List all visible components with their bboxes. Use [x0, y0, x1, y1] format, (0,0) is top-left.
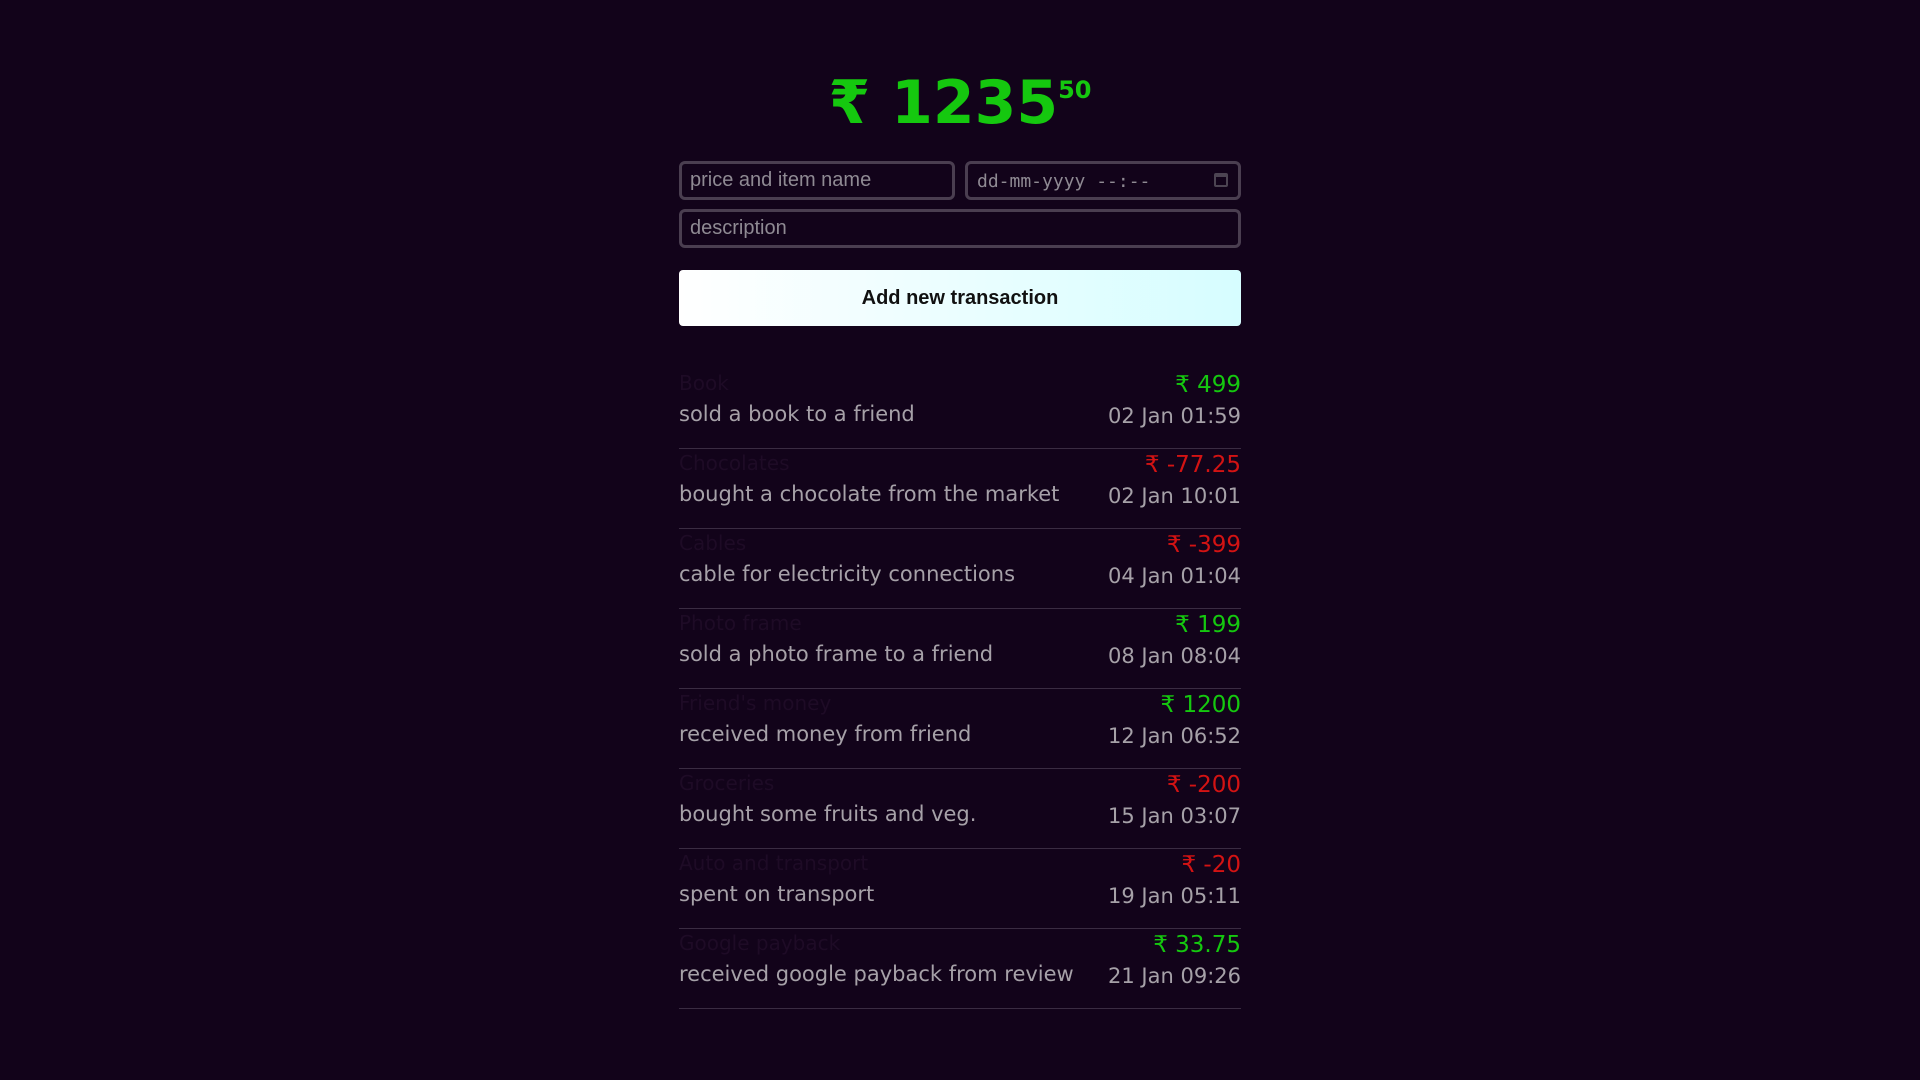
transaction-item[interactable]: Groceries bought some fruits and veg. ₹ -2…	[679, 770, 1241, 849]
calendar-icon[interactable]	[1214, 173, 1228, 187]
transaction-date: 15 Jan 03:07	[1108, 804, 1241, 828]
price-item-name-input[interactable]	[679, 161, 955, 200]
transaction-name: Photo frame	[679, 611, 802, 635]
transaction-name: Book	[679, 371, 729, 395]
transaction-description: sold a book to a friend	[679, 402, 915, 426]
transaction-date: 21 Jan 09:26	[1108, 964, 1241, 988]
transaction-price: ₹ -20	[1181, 852, 1241, 878]
datetime-placeholder: dd-mm-yyyy --:--	[977, 171, 1151, 192]
transaction-item[interactable]: Friend's money received money from friend…	[679, 690, 1241, 769]
transaction-price: ₹ -77.25	[1144, 452, 1241, 478]
balance-whole: 1235	[891, 68, 1059, 138]
transaction-price: ₹ -200	[1166, 772, 1241, 798]
transaction-name: Cables	[679, 531, 747, 555]
transaction-price: ₹ 33.75	[1153, 932, 1241, 958]
add-transaction-button[interactable]: Add new transaction	[679, 270, 1241, 326]
transaction-item[interactable]: Photo frame sold a photo frame to a frien…	[679, 610, 1241, 689]
money-tracker-app: ₹ 123550 dd-mm-yyyy --:-- Add new transa…	[679, 0, 1241, 1010]
balance-currency: ₹	[828, 68, 871, 138]
transaction-item[interactable]: Chocolates bought a chocolate from the ma…	[679, 450, 1241, 529]
transaction-item[interactable]: Google payback received google payback fr…	[679, 930, 1241, 1009]
transaction-description: sold a photo frame to a friend	[679, 642, 994, 666]
balance-fraction: 50	[1058, 76, 1092, 104]
transaction-name: Friend's money	[679, 691, 832, 715]
transaction-item[interactable]: Cables cable for electricity connections ₹…	[679, 530, 1241, 609]
transaction-name: Auto and transport	[679, 851, 869, 875]
transaction-date: 08 Jan 08:04	[1108, 644, 1241, 668]
transaction-item[interactable]: Auto and transport spent on transport ₹ -2…	[679, 850, 1241, 929]
transaction-date: 04 Jan 01:04	[1108, 564, 1241, 588]
transaction-list: Book sold a book to a friend ₹ 499 02 Jan 0…	[679, 370, 1241, 1009]
transaction-description: received money from friend	[679, 722, 972, 746]
balance-display: ₹ 123550	[679, 58, 1241, 138]
datetime-input[interactable]: dd-mm-yyyy --:--	[965, 161, 1241, 200]
transaction-date: 02 Jan 10:01	[1108, 484, 1241, 508]
transaction-date: 19 Jan 05:11	[1108, 884, 1241, 908]
transaction-price: ₹ -399	[1166, 532, 1241, 558]
transaction-price: ₹ 1200	[1160, 692, 1241, 718]
transaction-form-row: dd-mm-yyyy --:--	[679, 161, 1241, 200]
transaction-description: spent on transport	[679, 882, 875, 906]
transaction-date: 02 Jan 01:59	[1108, 404, 1241, 428]
transaction-price: ₹ 199	[1175, 612, 1241, 638]
transaction-name: Chocolates	[679, 451, 790, 475]
transaction-date: 12 Jan 06:52	[1108, 724, 1241, 748]
transaction-description: bought a chocolate from the market	[679, 482, 1060, 506]
transaction-item[interactable]: Book sold a book to a friend ₹ 499 02 Jan 0…	[679, 370, 1241, 449]
transaction-description: bought some fruits and veg.	[679, 802, 977, 826]
transaction-name: Groceries	[679, 771, 775, 795]
description-input[interactable]	[679, 209, 1241, 248]
transaction-name: Google payback	[679, 931, 841, 955]
transaction-description: received google payback from review	[679, 962, 1074, 986]
transaction-price: ₹ 499	[1175, 372, 1241, 398]
transaction-description: cable for electricity connections	[679, 562, 1016, 586]
